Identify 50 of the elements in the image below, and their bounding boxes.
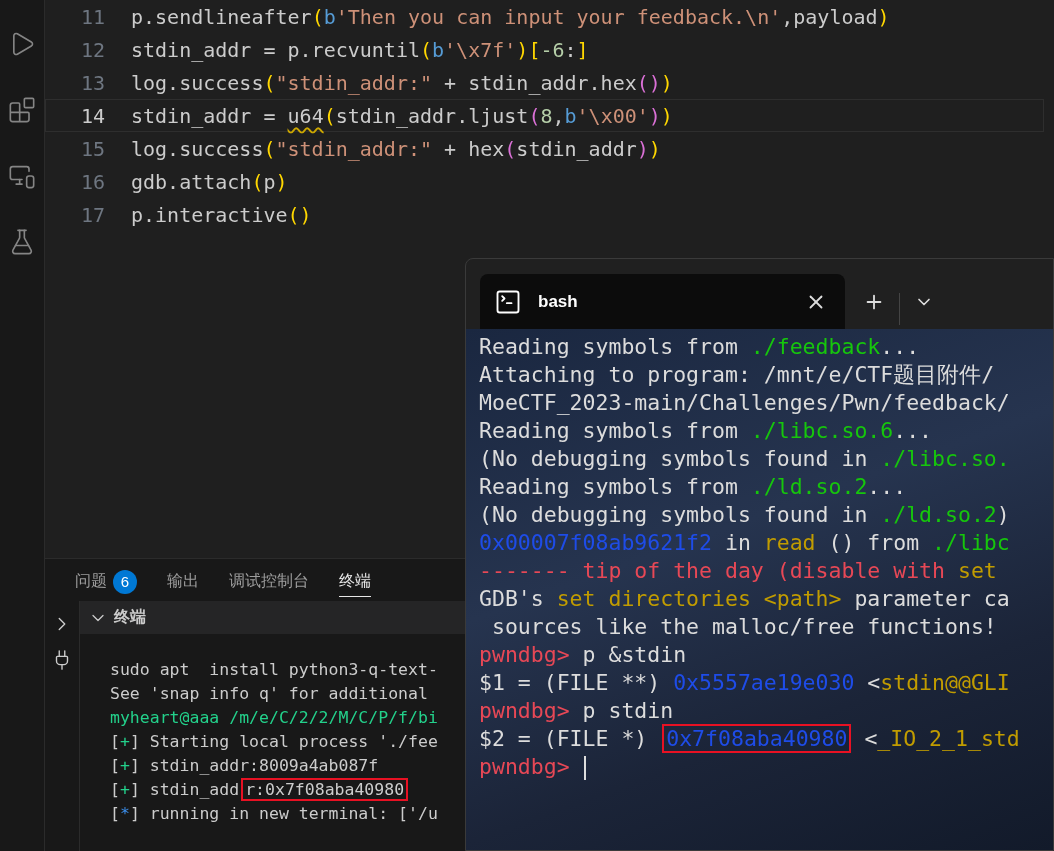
code-text: p.interactive() [131, 202, 312, 227]
tab-title: bash [538, 291, 579, 312]
count-badge: 6 [113, 569, 137, 594]
code-text: stdin_addr = p.recvuntil(b'\x7f')[-6:] [131, 37, 589, 62]
highlighted-text: r:0x7f08aba40980 [241, 778, 409, 801]
terminal-line: Attaching to program: /mnt/e/CTF题目附件/ [479, 361, 996, 389]
terminal-line: 0x00007f08ab9621f2 in read () from ./libc [479, 529, 1011, 557]
terminal-line: sudo apt install python3-q-text- [110, 659, 439, 681]
line-number: 15 [79, 136, 106, 161]
terminal-line: (No debugging symbols found in ./libc.so. [479, 445, 1011, 473]
code-text: gdb.attach(p) [131, 169, 288, 194]
terminal-line: pwndbg> p &stdin [479, 641, 688, 669]
highlighted-text: 0x7f08aba40980 [662, 724, 852, 753]
terminal-line: [+] stdin_add r:0x7f08aba40980 [110, 778, 465, 802]
terminal-line: GDB's set directories <path> parameter ca [479, 585, 1011, 613]
line-number: 13 [79, 70, 106, 95]
panel-tab[interactable]: 输出 [167, 567, 199, 597]
line-number: 14 [79, 103, 106, 128]
terminal-line: sources like the malloc/free functions! [490, 613, 998, 641]
line-number: 11 [79, 4, 106, 29]
terminal-line: pwndbg> [479, 753, 1053, 781]
panel-tab[interactable]: 调试控制台 [229, 567, 309, 597]
terminal-line: [+] stdin_addr:8009a4ab087f [110, 755, 380, 777]
terminal-line: (No debugging symbols found in ./ld.so.2) [479, 501, 1011, 529]
code-text: log.success("stdin_addr:" + stdin_addr.hex()) [131, 70, 673, 95]
extensions-icon[interactable] [8, 96, 36, 124]
terminal-line: myheart@aaa /m/e/C/2/2/M/C/P/f/bi [110, 707, 439, 729]
panel-tab[interactable]: 问题 6 [75, 565, 137, 599]
section-title: 终端 [114, 607, 146, 627]
terminal-line: pwndbg> p stdin [479, 697, 675, 725]
code-text: log.success("stdin_addr:" + hex(stdin_addr)) [131, 136, 661, 161]
terminal-line: [+] Starting local process './fee [110, 731, 439, 753]
line-number: 12 [79, 37, 106, 62]
terminal-line: ------- tip of the day (disable with set [479, 557, 998, 585]
terminal-tab[interactable]: bash [480, 274, 845, 329]
terminal-line: See 'snap info q' for additional [110, 683, 429, 705]
line-number: 17 [79, 202, 106, 227]
terminal-line: $1 = (FILE **) 0x5557ae19e030 <stdin@@GLI [479, 669, 1011, 697]
panel-tab[interactable]: 终端 [339, 567, 371, 597]
code-text: stdin_addr = u64(stdin_addr.ljust(8,b'\x00')) [131, 103, 673, 128]
terminal-line: Reading symbols from ./feedback... [479, 333, 921, 361]
code-text: p.sendlineafter(b'Then you can input your feedback.\n',payload) [131, 4, 890, 29]
text-cursor [583, 756, 586, 780]
terminal-line: $2 = (FILE *) 0x7f08aba40980 <_IO_2_1_std [479, 725, 1021, 753]
terminal-line: Reading symbols from ./ld.so.2... [479, 473, 908, 501]
terminal-line: MoeCTF_2023-main/Challenges/Pwn/feedback/ [479, 389, 1011, 417]
section-header[interactable]: 终端 [80, 601, 465, 634]
line-number: 16 [79, 169, 106, 194]
terminal-line: Reading symbols from ./libc.so.6... [479, 417, 934, 445]
terminal-line: [*] running in new terminal: ['/u [110, 803, 439, 825]
